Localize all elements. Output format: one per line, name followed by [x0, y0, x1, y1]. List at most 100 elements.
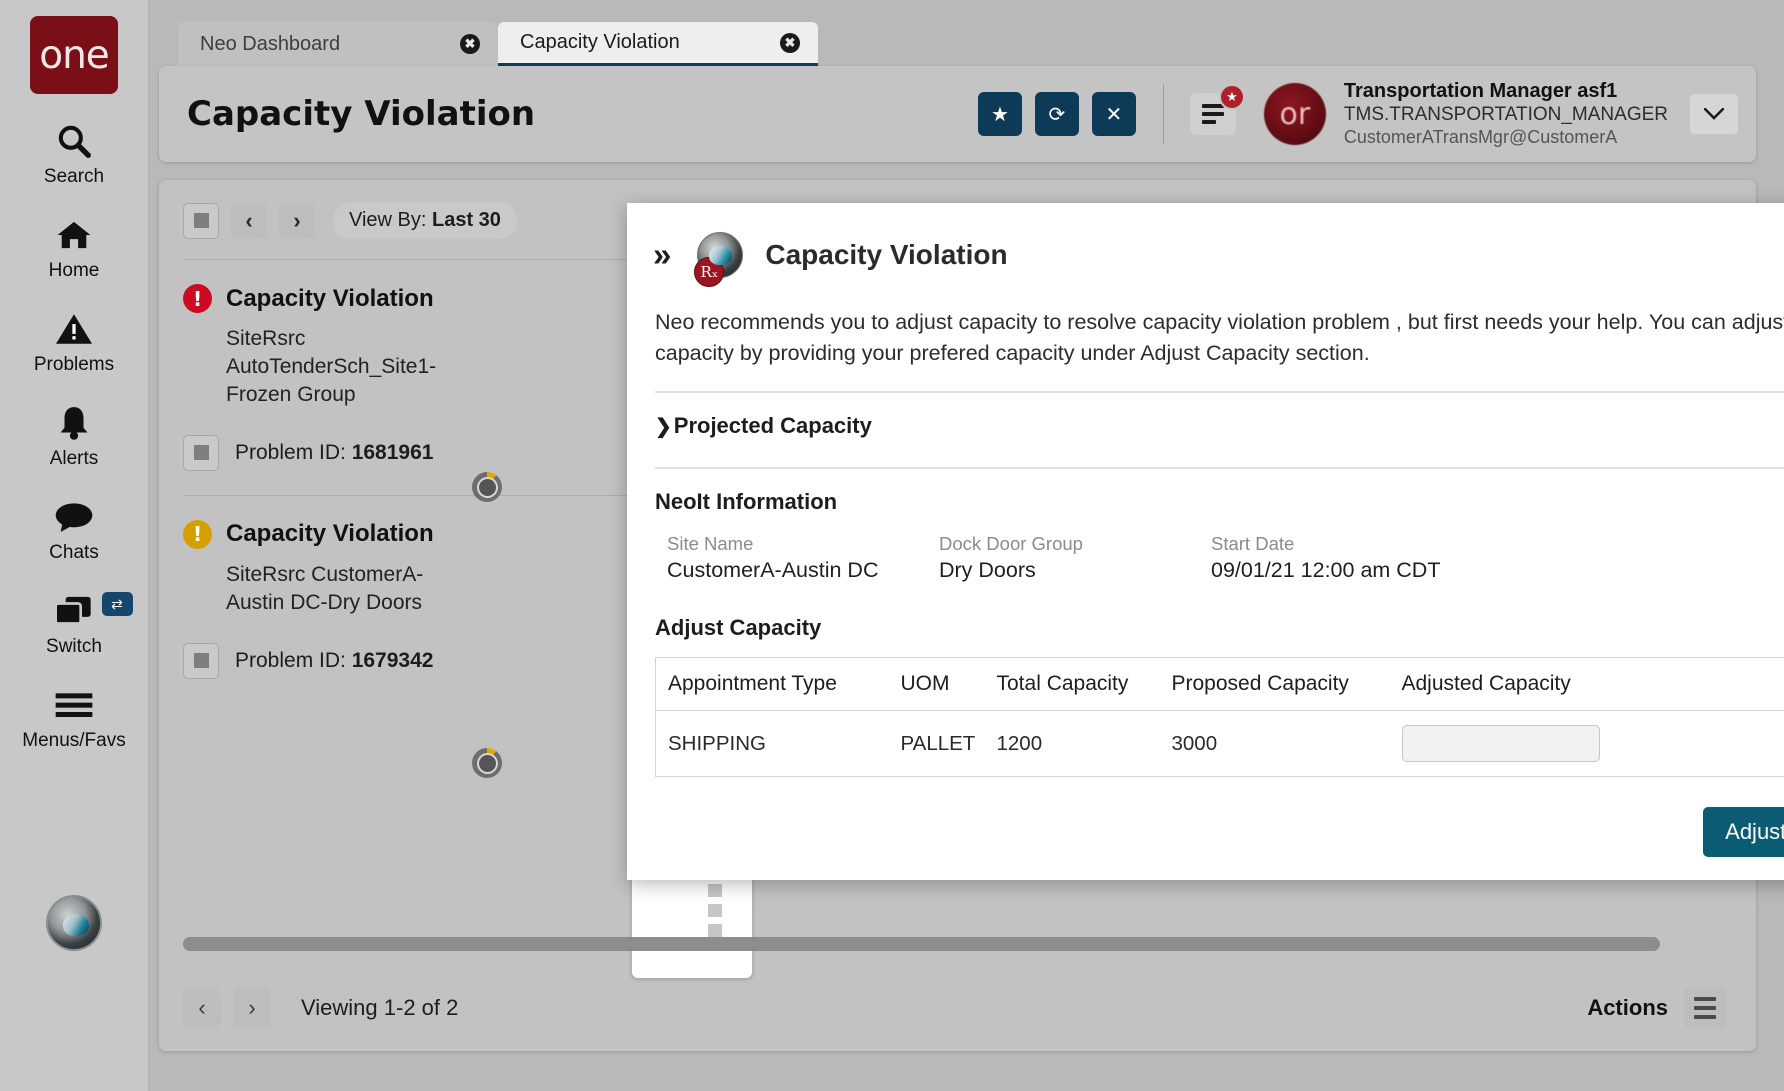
view-by-prefix: View By:: [349, 209, 432, 231]
close-icon: ✕: [1106, 102, 1123, 127]
refresh-button[interactable]: ⟳: [1035, 92, 1079, 136]
home-icon: [54, 212, 94, 258]
neo-avatar-icon: Rₓ: [697, 232, 743, 278]
clock-icon: [472, 472, 502, 502]
row-checkbox[interactable]: [183, 643, 219, 679]
problem-id-value: 1681961: [352, 441, 434, 464]
sidebar-item-search[interactable]: Search: [0, 118, 149, 188]
modal-header: » Rₓ Capacity Violation ✕: [627, 203, 1784, 307]
swap-arrows-icon[interactable]: ⇄: [102, 592, 133, 616]
problem-id-label: Problem ID: 1679342: [235, 649, 433, 673]
list-prev-button[interactable]: ‹: [231, 203, 267, 239]
tab-neo-dashboard[interactable]: Neo Dashboard ✖: [178, 22, 498, 66]
sidebar-label-search: Search: [44, 166, 104, 188]
row-checkbox[interactable]: [183, 435, 219, 471]
table-header-row: Appointment Type UOM Total Capacity Prop…: [656, 658, 1784, 711]
list-next-button[interactable]: ›: [279, 203, 315, 239]
sidebar-item-menus-favs[interactable]: Menus/Favs: [0, 682, 149, 752]
sidebar-item-switch[interactable]: ⇄ Switch: [0, 588, 149, 658]
actions-label: Actions: [1587, 995, 1668, 1021]
browser-tabstrip: Neo Dashboard ✖ Capacity Violation ✖: [178, 22, 818, 66]
scrollbar-thumb[interactable]: [183, 937, 1660, 951]
problem-id-prefix: Problem ID:: [235, 649, 352, 672]
cell-appointment-type: SHIPPING: [656, 711, 891, 777]
column-total-capacity: Total Capacity: [987, 658, 1162, 711]
cell-proposed-capacity: 3000: [1162, 711, 1392, 777]
main-area: Neo Dashboard ✖ Capacity Violation ✖ Cap…: [149, 0, 1784, 1091]
adjust-capacity-title: Adjust Capacity: [655, 615, 1784, 641]
user-avatar[interactable]: or: [1264, 83, 1326, 145]
chevron-right-icon: ❯: [655, 414, 672, 439]
user-role: TMS.TRANSPORTATION_MANAGER: [1344, 104, 1668, 126]
header-actions: ★ ⟳ ✕ ★ or Transportation Manager asf1: [978, 80, 1756, 148]
page-title: Capacity Violation: [187, 94, 535, 134]
select-all-checkbox[interactable]: [183, 203, 219, 239]
adjust-capacity-table: Appointment Type UOM Total Capacity Prop…: [655, 657, 1784, 777]
field-value: 09/01/21 12:00 am CDT: [1211, 558, 1483, 583]
scrollbar[interactable]: [183, 937, 1722, 951]
sidebar-label-menus-favs: Menus/Favs: [22, 730, 125, 752]
column-uom: UOM: [891, 658, 987, 711]
field-dock-door-group: Dock Door Group Dry Doors: [939, 533, 1211, 583]
table-row: SHIPPING PALLET 1200 3000: [656, 711, 1784, 777]
favorite-button[interactable]: ★: [978, 92, 1022, 136]
prescription-rx-icon: Rₓ: [694, 257, 724, 287]
adjusted-capacity-input[interactable]: [1402, 725, 1600, 762]
tab-label-neo-dashboard: Neo Dashboard: [200, 33, 340, 56]
list-footer: ‹ › Viewing 1-2 of 2 Actions: [159, 987, 1756, 1029]
user-meta: Transportation Manager asf1 TMS.TRANSPOR…: [1344, 80, 1668, 148]
divider: [655, 467, 1784, 469]
hamburger-icon: [54, 682, 94, 728]
column-appointment-type: Appointment Type: [656, 658, 891, 711]
page-next-button[interactable]: ›: [233, 989, 271, 1027]
modal-body: Neo recommends you to adjust capacity to…: [627, 307, 1784, 857]
star-icon: ★: [991, 102, 1009, 127]
field-value: CustomerA-Austin DC: [667, 558, 939, 583]
sidebar-item-alerts[interactable]: Alerts: [0, 400, 149, 470]
expand-chevrons-icon[interactable]: »: [653, 236, 667, 274]
column-proposed-capacity: Proposed Capacity: [1162, 658, 1392, 711]
modal-footer: Adjust Capacity: [655, 807, 1784, 857]
page-header: Capacity Violation ★ ⟳ ✕ ★ or: [159, 66, 1756, 162]
app-root: one Search Home Problems Alerts: [0, 0, 1784, 1091]
clock-icon: [472, 748, 502, 778]
field-label: Start Date: [1211, 533, 1483, 555]
left-nav-rail: one Search Home Problems Alerts: [0, 0, 149, 1091]
header-divider: [1163, 84, 1164, 144]
sidebar-item-home[interactable]: Home: [0, 212, 149, 282]
problem-id-label: Problem ID: 1681961: [235, 441, 433, 465]
search-icon: [55, 118, 93, 164]
actions-group: Actions: [1587, 987, 1726, 1029]
tab-close-icon[interactable]: ✖: [780, 33, 800, 53]
problem-id-prefix: Problem ID:: [235, 441, 352, 464]
favorites-menu-button[interactable]: ★: [1190, 93, 1236, 135]
user-name: Transportation Manager asf1: [1344, 80, 1668, 103]
problem-title: Capacity Violation: [226, 285, 434, 313]
column-adjusted-capacity: Adjusted Capacity: [1392, 658, 1784, 711]
sidebar-item-problems[interactable]: Problems: [0, 306, 149, 376]
actions-menu-button[interactable]: [1684, 987, 1726, 1029]
close-page-button[interactable]: ✕: [1092, 92, 1136, 136]
tab-close-icon[interactable]: ✖: [460, 34, 480, 54]
page-prev-button[interactable]: ‹: [183, 989, 221, 1027]
sidebar-item-chats[interactable]: Chats: [0, 494, 149, 564]
user-avatar-text: or: [1280, 97, 1311, 132]
modal-description: Neo recommends you to adjust capacity to…: [655, 307, 1784, 369]
one-logo[interactable]: one: [30, 16, 118, 94]
bell-icon: [56, 400, 92, 446]
modal-title: Capacity Violation: [765, 239, 1007, 271]
adjust-capacity-button[interactable]: Adjust Capacity: [1703, 807, 1784, 857]
projected-capacity-toggle[interactable]: ❯ Projected Capacity: [655, 393, 1784, 459]
warning-triangle-icon: [54, 306, 94, 352]
user-menu-chevron-down-icon[interactable]: [1690, 94, 1738, 134]
field-start-date: Start Date 09/01/21 12:00 am CDT: [1211, 533, 1483, 583]
sidebar-label-alerts: Alerts: [50, 448, 99, 470]
neo-assistant-avatar[interactable]: [46, 895, 102, 951]
status-badge: !: [183, 520, 212, 549]
field-label: Site Name: [667, 533, 939, 555]
chat-bubble-icon: [54, 494, 94, 540]
refresh-icon: ⟳: [1049, 102, 1066, 127]
view-by-selector[interactable]: View By: Last 30: [333, 202, 517, 239]
status-badge: !: [183, 284, 212, 313]
tab-capacity-violation[interactable]: Capacity Violation ✖: [498, 22, 818, 66]
